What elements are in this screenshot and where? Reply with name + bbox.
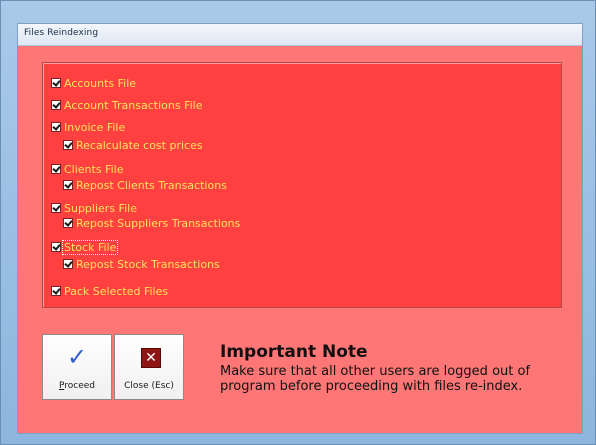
option-label: Stock File	[62, 239, 119, 255]
checkbox-checked-icon[interactable]	[51, 203, 61, 213]
checkbox-checked-icon[interactable]	[63, 180, 73, 190]
checkbox-checked-icon[interactable]	[51, 78, 61, 88]
checkbox-checked-icon[interactable]	[63, 259, 73, 269]
checkbox-checked-icon[interactable]	[51, 100, 61, 110]
option-label: Accounts File	[64, 76, 137, 90]
checkmark-icon: ✓	[66, 343, 88, 371]
option-label: Pack Selected Files	[64, 284, 169, 298]
options-panel: Accounts File Account Transactions File …	[42, 62, 562, 308]
option-label: Suppliers File	[64, 201, 137, 215]
files-reindexing-dialog: Files Reindexing Accounts File Account T…	[17, 23, 583, 434]
option-suppliers-file[interactable]: Suppliers File	[51, 200, 137, 216]
option-label: Account Transactions File	[64, 98, 203, 112]
option-label: Clients File	[64, 162, 124, 176]
checkbox-checked-icon[interactable]	[63, 140, 73, 150]
important-note-title: Important Note	[220, 342, 368, 362]
checkbox-checked-icon[interactable]	[51, 122, 61, 132]
option-accounts-file[interactable]: Accounts File	[51, 75, 136, 91]
option-repost-suppliers-transactions[interactable]: Repost Suppliers Transactions	[63, 215, 240, 231]
checkbox-checked-icon[interactable]	[51, 242, 61, 252]
important-note-text: Make sure that all other users are logge…	[220, 364, 531, 394]
option-clients-file[interactable]: Clients File	[51, 161, 123, 177]
option-label: Recalculate cost prices	[76, 138, 203, 152]
option-repost-clients-transactions[interactable]: Repost Clients Transactions	[63, 177, 227, 193]
option-account-transactions-file[interactable]: Account Transactions File	[51, 97, 202, 113]
close-button[interactable]: ✕ Close (Esc)	[114, 334, 184, 400]
dialog-title: Files Reindexing	[24, 28, 99, 38]
option-label: Repost Suppliers Transactions	[76, 216, 241, 230]
proceed-button-label: Proceed	[43, 381, 111, 391]
option-invoice-file[interactable]: Invoice File	[51, 119, 125, 135]
close-x-icon: ✕	[141, 348, 161, 368]
option-stock-file[interactable]: Stock File	[51, 239, 119, 255]
app-window: Files Reindexing Accounts File Account T…	[0, 0, 596, 445]
option-label: Invoice File	[64, 120, 126, 134]
checkbox-checked-icon[interactable]	[63, 218, 73, 228]
proceed-button[interactable]: ✓ Proceed	[42, 334, 112, 400]
close-button-label: Close (Esc)	[124, 381, 174, 391]
checkbox-checked-icon[interactable]	[51, 164, 61, 174]
checkbox-checked-icon[interactable]	[51, 286, 61, 296]
option-pack-selected-files[interactable]: Pack Selected Files	[51, 283, 168, 299]
dialog-titlebar[interactable]: Files Reindexing	[18, 24, 582, 46]
option-label: Repost Clients Transactions	[76, 178, 227, 192]
option-repost-stock-transactions[interactable]: Repost Stock Transactions	[63, 256, 220, 272]
option-recalculate-cost-prices[interactable]: Recalculate cost prices	[63, 137, 203, 153]
option-label: Repost Stock Transactions	[76, 257, 220, 271]
proceed-label-rest: roceed	[64, 381, 96, 391]
